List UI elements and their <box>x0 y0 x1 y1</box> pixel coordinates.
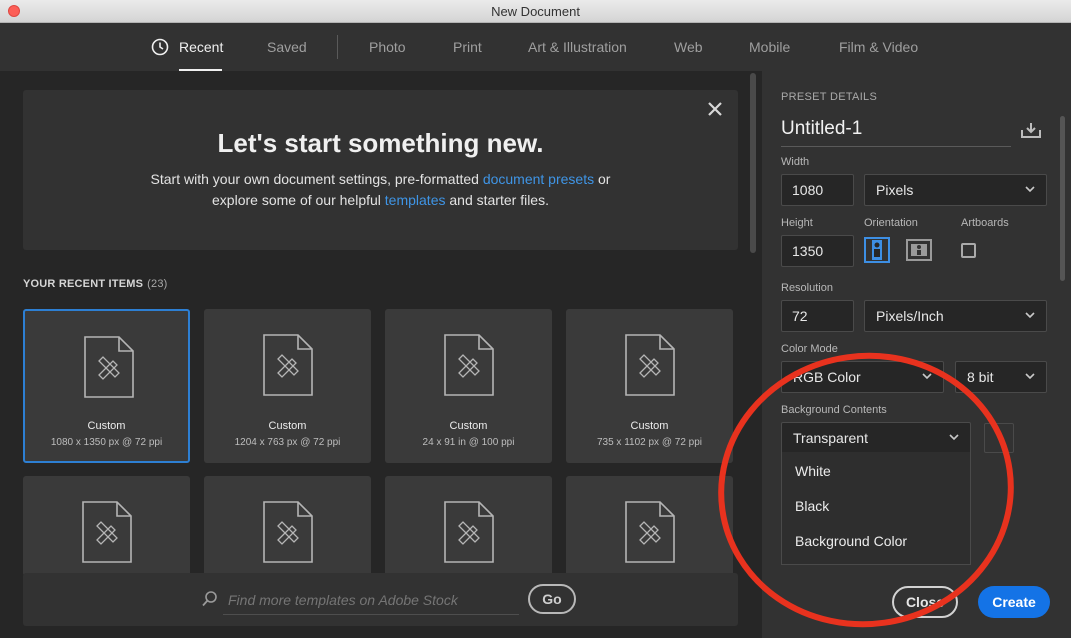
stock-search-input[interactable] <box>223 585 519 615</box>
close-button[interactable]: Close <box>892 586 958 618</box>
document-icon <box>263 334 313 396</box>
welcome-banner: Let's start something new. Start with yo… <box>23 90 738 250</box>
document-icon <box>444 334 494 396</box>
recent-items-heading: YOUR RECENT ITEMS (23) <box>23 278 168 290</box>
search-icon <box>202 591 217 607</box>
resolution-unit-select[interactable]: Pixels/Inch <box>864 300 1047 332</box>
height-label: Height <box>781 217 813 229</box>
welcome-text: explore some of our helpful <box>212 192 385 208</box>
left-scrollbar[interactable] <box>750 73 756 253</box>
recent-items-title: YOUR RECENT ITEMS <box>23 278 144 290</box>
window-close-icon[interactable] <box>8 5 20 17</box>
stock-search-bar: Go <box>23 573 738 626</box>
chevron-down-icon <box>1025 373 1035 380</box>
tab-film-video[interactable]: Film & Video <box>839 23 918 71</box>
window-title: New Document <box>491 4 580 19</box>
save-preset-icon[interactable] <box>1020 121 1042 139</box>
chevron-down-icon <box>1025 186 1035 193</box>
recent-item-size: 1080 x 1350 px @ 72 ppi <box>50 437 163 448</box>
tab-mobile[interactable]: Mobile <box>749 23 790 71</box>
create-button[interactable]: Create <box>978 586 1050 618</box>
menu-item-black[interactable]: Black <box>795 498 829 514</box>
close-banner-icon[interactable] <box>705 98 725 120</box>
preset-details-heading: PRESET DETAILS <box>781 91 878 103</box>
welcome-text-line-1: Start with your own document settings, p… <box>23 171 738 187</box>
portrait-orientation-icon[interactable] <box>864 237 890 263</box>
recent-item-card[interactable] <box>566 476 733 576</box>
welcome-heading: Let's start something new. <box>217 128 544 158</box>
document-icon <box>625 334 675 396</box>
recent-item-size: 735 x 1102 px @ 72 ppi <box>596 437 703 448</box>
nav-divider <box>337 35 338 59</box>
artboards-checkbox[interactable] <box>961 243 976 258</box>
color-mode-value: RGB Color <box>793 369 861 385</box>
welcome-text-line-2: explore some of our helpful templates an… <box>23 192 738 208</box>
width-unit-value: Pixels <box>876 182 914 198</box>
recent-item-size: 24 x 91 in @ 100 ppi <box>422 437 515 448</box>
resolution-unit-value: Pixels/Inch <box>876 308 944 324</box>
width-unit-select[interactable]: Pixels <box>864 174 1047 206</box>
recent-item-size: 1204 x 763 px @ 72 ppi <box>234 437 341 448</box>
resolution-input[interactable]: 72 <box>781 300 854 332</box>
landscape-orientation-icon[interactable] <box>906 237 932 263</box>
go-button[interactable]: Go <box>528 584 576 614</box>
background-contents-value: Transparent <box>793 430 868 446</box>
document-name-field[interactable]: Untitled-1 <box>781 115 1011 147</box>
resolution-label: Resolution <box>781 282 833 294</box>
recent-item-card[interactable] <box>385 476 552 576</box>
window-titlebar: New Document <box>0 0 1071 23</box>
tab-saved[interactable]: Saved <box>267 23 307 71</box>
tab-art-illustration[interactable]: Art & Illustration <box>528 23 627 71</box>
color-mode-label: Color Mode <box>781 343 838 355</box>
chevron-down-icon <box>1025 312 1035 319</box>
recent-item-card[interactable]: Custom 1204 x 763 px @ 72 ppi <box>204 309 371 463</box>
tab-recent[interactable]: Recent <box>151 23 224 71</box>
recent-item-name: Custom <box>449 420 488 432</box>
background-contents-select[interactable]: Transparent <box>781 422 971 454</box>
document-icon <box>625 501 675 563</box>
document-icon <box>263 501 313 563</box>
top-nav: Recent Saved Photo Print Art & Illustrat… <box>0 23 1071 71</box>
document-icon <box>444 501 494 563</box>
orientation-label: Orientation <box>864 217 918 229</box>
right-scrollbar[interactable] <box>1060 116 1065 281</box>
width-label: Width <box>781 156 810 168</box>
menu-item-background-color[interactable]: Background Color <box>795 533 907 549</box>
chevron-down-icon <box>922 373 932 380</box>
clock-icon <box>151 38 169 56</box>
tab-photo[interactable]: Photo <box>369 23 406 71</box>
tab-recent-label: Recent <box>179 39 224 55</box>
welcome-text: Start with your own document settings, p… <box>150 171 483 187</box>
bit-depth-value: 8 bit <box>967 369 994 385</box>
document-presets-link[interactable]: document presets <box>483 171 594 187</box>
background-contents-label: Background Contents <box>781 404 887 416</box>
artboards-label: Artboards <box>961 217 1009 229</box>
tab-print[interactable]: Print <box>453 23 482 71</box>
recent-item-card[interactable] <box>204 476 371 576</box>
recent-item-card[interactable]: Custom 24 x 91 in @ 100 ppi <box>385 309 552 463</box>
chevron-down-icon <box>949 434 959 441</box>
recent-item-card[interactable]: Custom 1080 x 1350 px @ 72 ppi <box>23 309 190 463</box>
main-area: Let's start something new. Start with yo… <box>0 71 762 638</box>
background-contents-menu: White Black Background Color <box>781 452 971 565</box>
menu-item-white[interactable]: White <box>795 463 831 479</box>
recent-item-name: Custom <box>630 420 669 432</box>
document-icon <box>82 501 132 563</box>
preset-details-panel: PRESET DETAILS Untitled-1 Width 1080 Pix… <box>762 71 1071 638</box>
welcome-text: and starter files. <box>445 192 549 208</box>
welcome-text: or <box>594 171 611 187</box>
bit-depth-select[interactable]: 8 bit <box>955 361 1047 393</box>
document-icon <box>84 336 134 398</box>
background-color-swatch[interactable] <box>984 423 1014 453</box>
templates-link[interactable]: templates <box>385 192 446 208</box>
recent-item-name: Custom <box>87 420 126 432</box>
color-mode-select[interactable]: RGB Color <box>781 361 944 393</box>
width-input[interactable]: 1080 <box>781 174 854 206</box>
recent-items-count: (23) <box>147 278 168 290</box>
tab-web[interactable]: Web <box>674 23 703 71</box>
recent-item-name: Custom <box>268 420 307 432</box>
recent-item-card[interactable]: Custom 735 x 1102 px @ 72 ppi <box>566 309 733 463</box>
height-input[interactable]: 1350 <box>781 235 854 267</box>
recent-item-card[interactable] <box>23 476 190 576</box>
